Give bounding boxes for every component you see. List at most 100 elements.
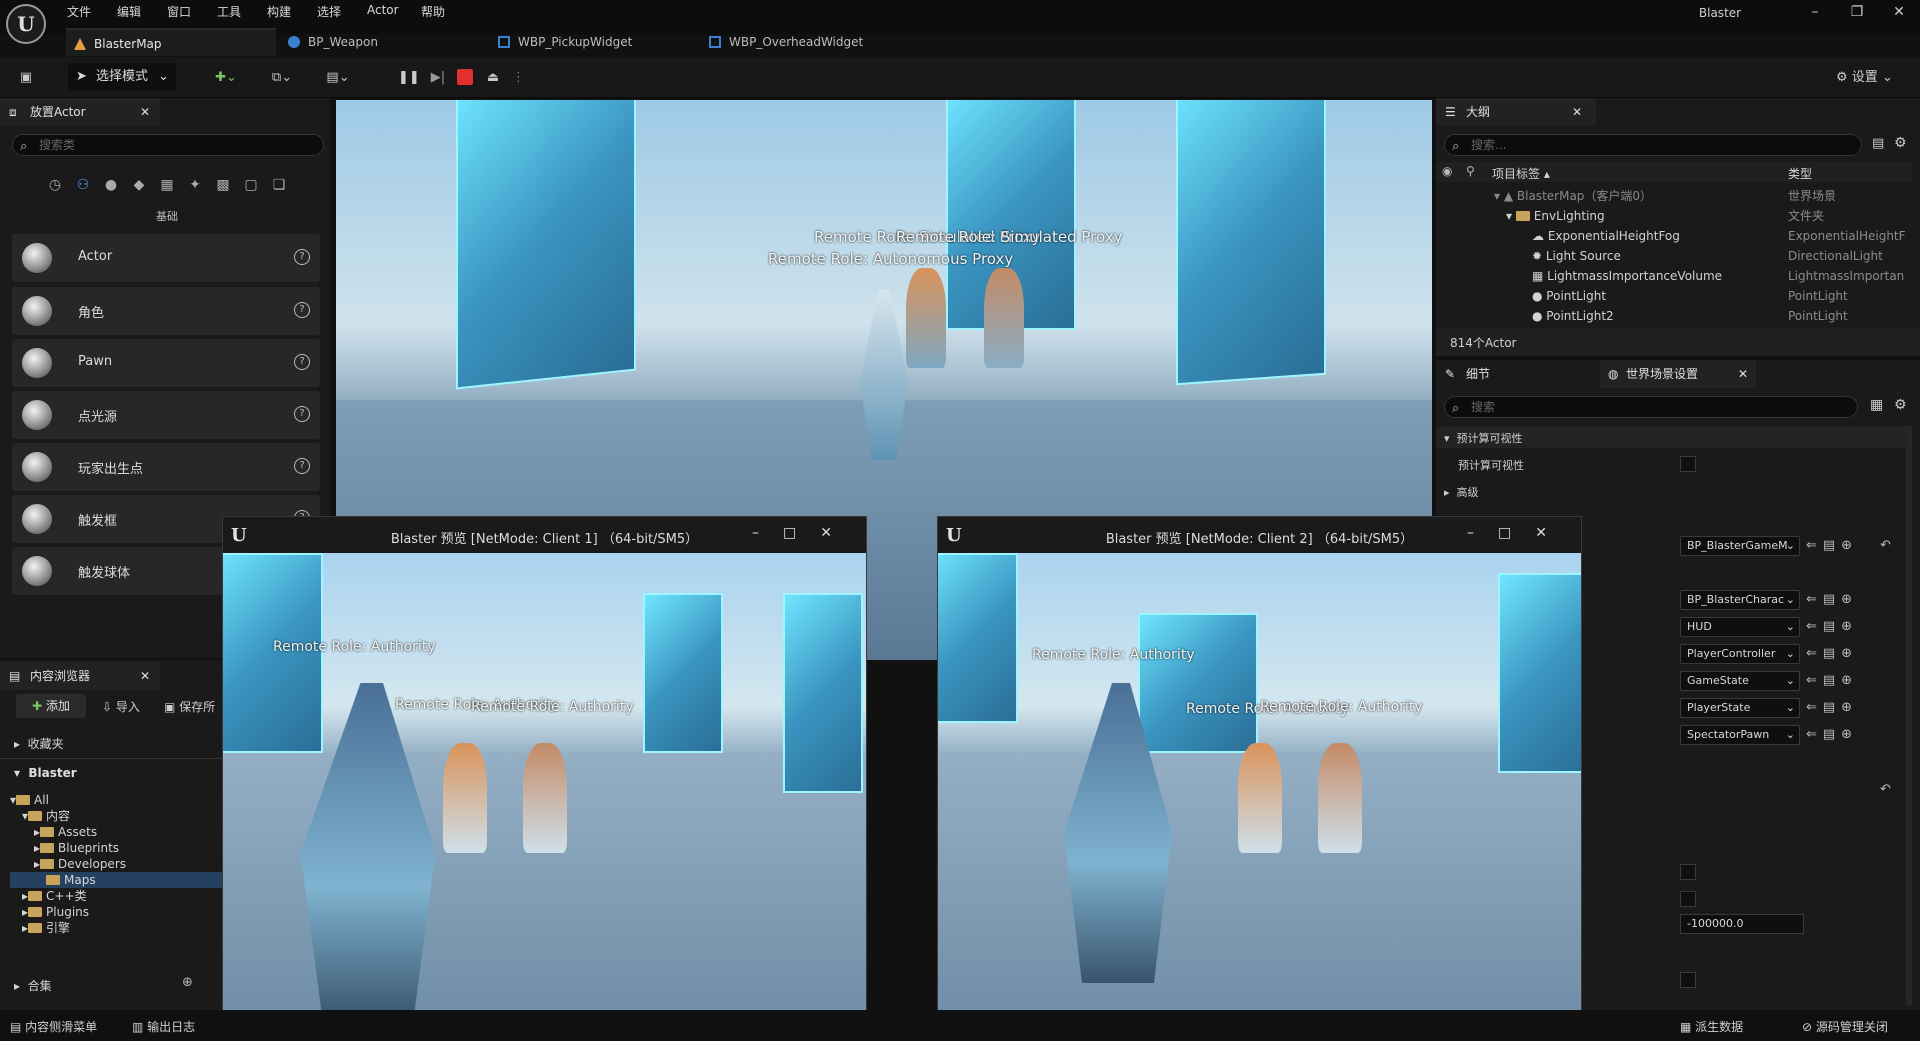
tab-content-browser[interactable]: ▤ 内容浏览器 ✕ — [0, 662, 160, 690]
spectator-pawn-dropdown[interactable]: SpectatorPawn ⌄ — [1680, 725, 1800, 745]
outliner-row[interactable]: ✹ Light Source DirectionalLight — [1440, 246, 1910, 266]
window-controls-icon[interactable]: –□✕ — [1467, 525, 1571, 541]
tree-item-cpp[interactable]: ▸ C++类 — [22, 888, 87, 904]
add-content-icon[interactable]: ✚⌄ — [206, 66, 246, 90]
menu-actor[interactable]: Actor — [367, 3, 399, 17]
pause-icon[interactable]: ❚❚ — [398, 66, 420, 90]
help-icon[interactable]: ? — [294, 458, 310, 474]
row-actions[interactable]: ⇐▤⊕ — [1806, 671, 1858, 691]
tree-item-content[interactable]: ▾ 内容 — [22, 808, 70, 824]
place-actors-search[interactable]: ⌕ 搜索类 — [12, 134, 324, 156]
window-controls-icon[interactable]: –□✕ — [752, 525, 856, 541]
help-icon[interactable]: ? — [294, 249, 310, 265]
import-button[interactable]: ⇩ 导入 — [102, 698, 140, 715]
row-actions[interactable]: ⇐▤⊕ — [1806, 617, 1858, 637]
collections-header[interactable]: ▸ 合集 — [14, 977, 52, 994]
close-icon[interactable]: ✕ — [1884, 4, 1914, 20]
settings-button[interactable]: ⚙ 设置 ⌄ — [1836, 66, 1893, 90]
tree-item-engine[interactable]: ▸ 引擎 — [22, 920, 70, 936]
pie-window-client2[interactable]: U Blaster 预览 [NetMode: Client 2] （64-bit… — [937, 516, 1582, 1034]
gear-icon[interactable]: ⚙ — [1894, 397, 1907, 413]
details-scrollbar[interactable] — [1906, 426, 1912, 1006]
property-checkbox[interactable] — [1680, 864, 1696, 880]
help-icon[interactable]: ? — [294, 354, 310, 370]
row-actions[interactable]: ⇐▤⊕ — [1806, 698, 1858, 718]
menu-tools[interactable]: 工具 — [217, 3, 241, 20]
pie-viewport[interactable]: Remote Role: Authority Remote Role: Auth… — [938, 553, 1581, 1033]
derived-data-button[interactable]: ▦ 派生数据 — [1680, 1018, 1743, 1035]
hud-class-dropdown[interactable]: HUD ⌄ — [1680, 617, 1800, 637]
tree-item-all[interactable]: ▾ All — [10, 792, 49, 808]
tab-wbp-overheadwidget[interactable]: WBP_OverheadWidget — [701, 28, 921, 56]
pie-viewport[interactable]: Remote Role: Authority Remote Role: Auth… — [223, 553, 866, 1033]
save-all-button[interactable]: ▣ 保存所 — [164, 698, 215, 715]
column-label[interactable]: 项目标签 ▴ — [1492, 165, 1550, 182]
gear-icon[interactable]: ⚙ — [1894, 135, 1907, 151]
menu-file[interactable]: 文件 — [67, 3, 91, 20]
property-checkbox[interactable] — [1680, 891, 1696, 907]
property-checkbox[interactable] — [1680, 972, 1696, 988]
tab-blastermap[interactable]: BlasterMap — [66, 28, 276, 56]
tree-item-plugins[interactable]: ▸ Plugins — [22, 904, 89, 920]
menu-build[interactable]: 构建 — [267, 3, 291, 20]
actor-item-character[interactable]: 角色? — [12, 287, 320, 335]
pin-icon[interactable]: ⚲ — [1466, 164, 1475, 178]
pawn-class-dropdown[interactable]: BP_BlasterCharac ⌄ — [1680, 590, 1800, 610]
row-actions[interactable]: ⇐▤⊕ — [1806, 590, 1858, 610]
close-icon[interactable]: ✕ — [1738, 360, 1748, 388]
step-icon[interactable]: ▶| — [428, 66, 448, 90]
actor-item-pawn[interactable]: Pawn? — [12, 339, 320, 387]
menu-window[interactable]: 窗口 — [167, 3, 191, 20]
visibility-icon[interactable]: ◉ — [1442, 164, 1452, 178]
unreal-logo-icon[interactable]: U — [6, 4, 46, 44]
menu-select[interactable]: 选择 — [317, 3, 341, 20]
all-classes-icon[interactable]: ❏ — [268, 174, 290, 196]
add-folder-icon[interactable]: ▤ — [1872, 136, 1884, 151]
outliner-search[interactable]: ⌕ 搜索... — [1444, 134, 1862, 156]
actor-item-player-start[interactable]: 玩家出生点? — [12, 443, 320, 491]
reset-icon[interactable]: ↶ — [1880, 782, 1891, 797]
help-icon[interactable]: ? — [294, 406, 310, 422]
row-actions[interactable]: ⇐▤⊕ — [1806, 725, 1858, 745]
minimize-icon[interactable]: – — [1800, 4, 1830, 20]
section-precomputed[interactable]: ▾ 预计算可视性 — [1444, 430, 1523, 446]
tab-outliner[interactable]: ☰ 大纲 ✕ — [1436, 98, 1596, 126]
row-actions[interactable]: ⇐▤⊕ — [1806, 536, 1858, 556]
game-state-dropdown[interactable]: GameState ⌄ — [1680, 671, 1800, 691]
project-header[interactable]: ▾ Blaster — [14, 766, 77, 780]
kill-z-input[interactable]: -100000.0 — [1680, 914, 1804, 934]
favorites-header[interactable]: ▸ 收藏夹 — [14, 735, 64, 752]
mode-select-dropdown[interactable]: ➤ 选择模式 ⌄ — [68, 63, 176, 91]
menu-help[interactable]: 帮助 — [421, 3, 445, 20]
output-log-button[interactable]: ▥ 输出日志 — [132, 1018, 195, 1035]
actor-item-actor[interactable]: Actor? — [12, 234, 320, 282]
basic-category-icon[interactable]: ⚇ — [72, 174, 94, 196]
visual-effects-icon[interactable]: ✦ — [184, 174, 206, 196]
table-view-icon[interactable]: ▦ — [1870, 397, 1883, 413]
tree-item-developers[interactable]: ▸ Developers — [34, 856, 126, 872]
help-icon[interactable]: ? — [294, 302, 310, 318]
tab-world-settings[interactable]: ◍ 世界场景设置 ✕ — [1600, 360, 1756, 388]
add-button[interactable]: ✚ 添加 — [16, 694, 86, 718]
tab-bp-weapon[interactable]: BP_Weapon — [280, 28, 480, 56]
section-advanced[interactable]: ▸ 高级 — [1444, 484, 1479, 500]
outliner-row[interactable]: ● PointLight2 PointLight — [1440, 306, 1910, 326]
cinematic-icon[interactable]: ▦ — [156, 174, 178, 196]
close-icon[interactable]: ✕ — [1572, 98, 1582, 126]
pie-window-client1[interactable]: U Blaster 预览 [NetMode: Client 1] （64-bit… — [222, 516, 867, 1034]
stop-icon[interactable] — [457, 69, 473, 85]
actor-item-point-light[interactable]: 点光源? — [12, 391, 320, 439]
close-icon[interactable]: ✕ — [140, 662, 150, 690]
details-search[interactable]: ⌕ 搜索 — [1444, 396, 1858, 418]
tree-item-assets[interactable]: ▸ Assets — [34, 824, 97, 840]
more-options-icon[interactable]: ⋮ — [512, 66, 525, 90]
tab-details[interactable]: ✎ 细节 — [1436, 360, 1596, 388]
recent-icon[interactable]: ◷ — [44, 174, 66, 196]
player-state-dropdown[interactable]: PlayerState ⌄ — [1680, 698, 1800, 718]
precomputed-checkbox[interactable] — [1680, 456, 1696, 472]
add-collection-icon[interactable]: ⊕ — [182, 975, 193, 990]
outliner-row[interactable]: ● PointLight PointLight — [1440, 286, 1910, 306]
cinematics-icon[interactable]: ▤⌄ — [318, 66, 358, 90]
volumes-icon[interactable]: ▢ — [240, 174, 262, 196]
reset-icon[interactable]: ↶ — [1880, 538, 1891, 553]
